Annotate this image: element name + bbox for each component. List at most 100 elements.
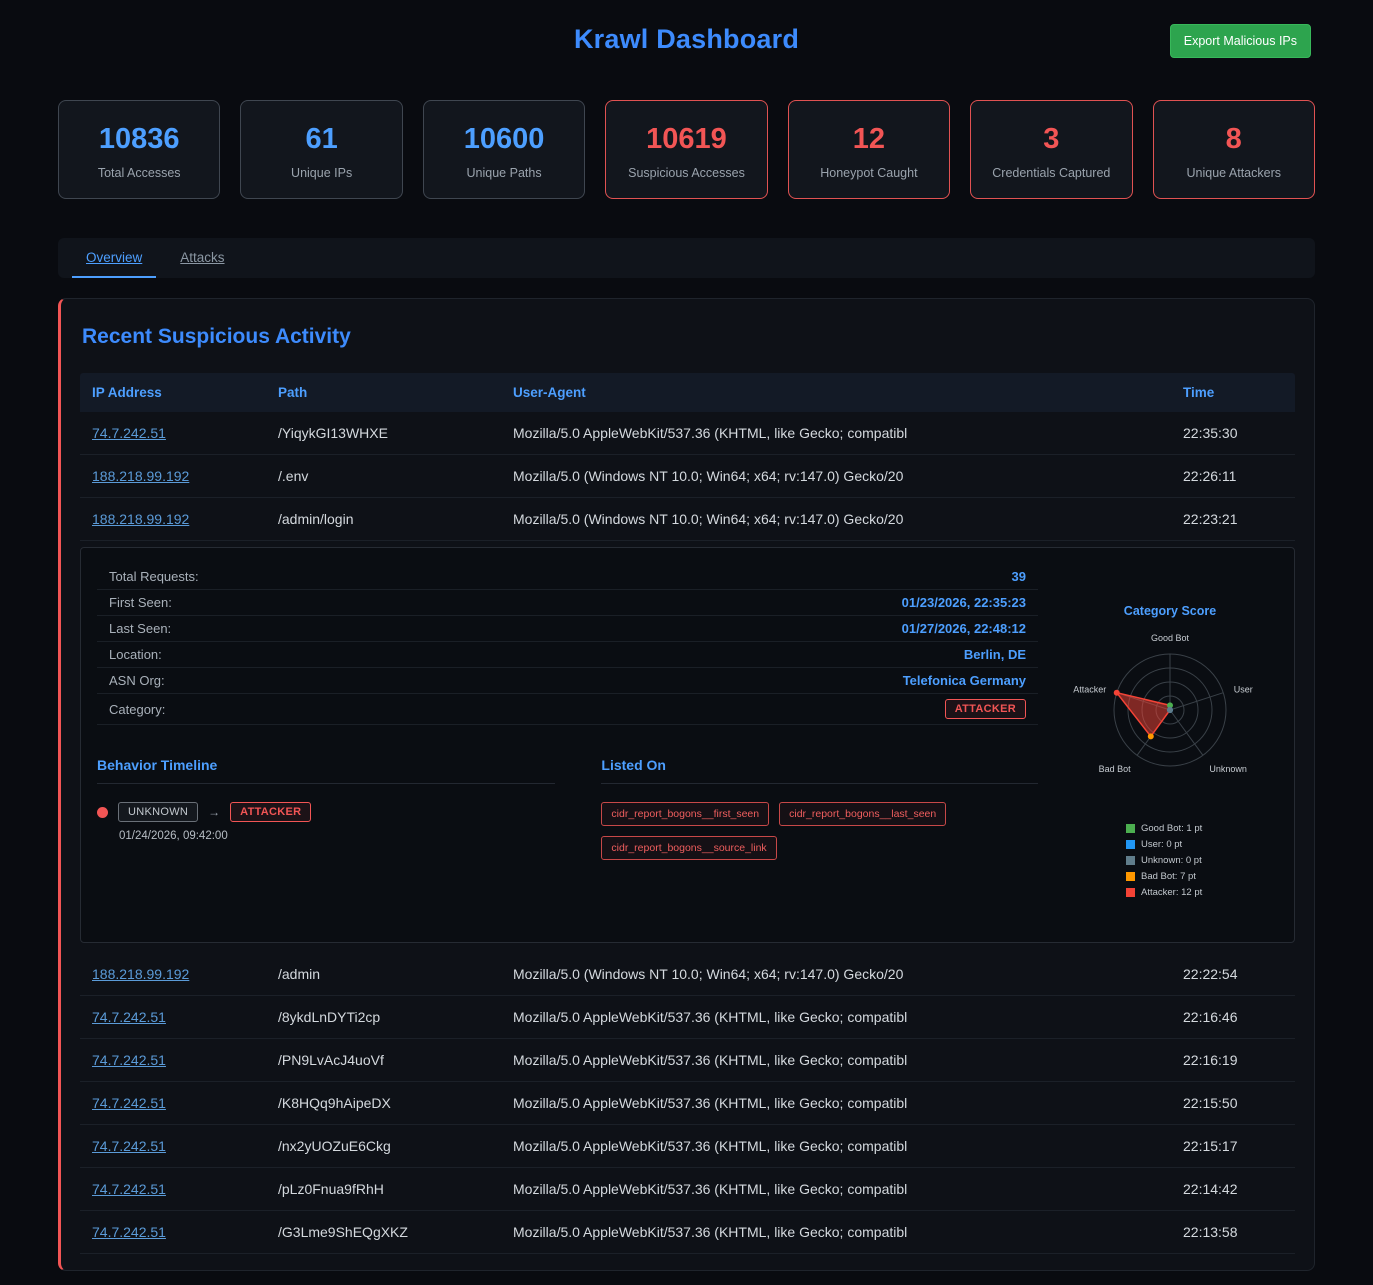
export-malicious-ips-button[interactable]: Export Malicious IPs: [1170, 24, 1311, 58]
arrow-right-icon: →: [208, 805, 220, 819]
row-path: /nx2yUOZuE6Ckg: [266, 1125, 501, 1167]
panel-title: Recent Suspicious Activity: [82, 325, 1295, 349]
stat-label: Unique Attackers: [1160, 166, 1308, 180]
field-asn-org: ASN Org: Telefonica Germany: [97, 668, 1038, 694]
stat-label: Credentials Captured: [977, 166, 1125, 180]
listed-on-title: Listed On: [601, 757, 1038, 784]
table-row[interactable]: 74.7.242.51 /YiqykGI13WHXE Mozilla/5.0 A…: [80, 412, 1295, 455]
ip-link[interactable]: 74.7.242.51: [92, 425, 166, 441]
row-time: 22:15:50: [1171, 1082, 1295, 1124]
row-path: /admin/login: [266, 498, 501, 540]
top-bar: Krawl Dashboard Export Malicious IPs: [0, 24, 1373, 78]
category-attacker-badge: ATTACKER: [945, 699, 1026, 719]
row-user-agent: Mozilla/5.0 AppleWebKit/537.36 (KHTML, l…: [501, 1125, 1171, 1167]
stat-card-unique-ips: 61 Unique IPs: [240, 100, 402, 199]
table-row[interactable]: 74.7.242.51 /pLz0Fnua9fRhH Mozilla/5.0 A…: [80, 1168, 1295, 1211]
blocklist-badge[interactable]: cidr_report_bogons__last_seen: [779, 802, 946, 826]
row-time: 22:15:17: [1171, 1125, 1295, 1167]
ip-link[interactable]: 74.7.242.51: [92, 1138, 166, 1154]
timeline-to-badge: ATTACKER: [230, 802, 311, 822]
stat-label: Honeypot Caught: [795, 166, 943, 180]
table-row[interactable]: 188.218.99.192 /admin Mozilla/5.0 (Windo…: [80, 953, 1295, 996]
tab-attacks[interactable]: Attacks: [166, 238, 238, 278]
timeline-marker-icon: [97, 807, 108, 818]
row-user-agent: Mozilla/5.0 (Windows NT 10.0; Win64; x64…: [501, 953, 1171, 995]
table-row[interactable]: 74.7.242.51 /K8HQq9hAipeDX Mozilla/5.0 A…: [80, 1082, 1295, 1125]
stat-card-total-accesses: 10836 Total Accesses: [58, 100, 220, 199]
timeline-timestamp: 01/24/2026, 09:42:00: [119, 830, 555, 842]
row-time: 22:13:58: [1171, 1211, 1295, 1253]
table-row[interactable]: 188.218.99.192 /.env Mozilla/5.0 (Window…: [80, 455, 1295, 498]
table-header-row: IP Address Path User-Agent Time: [80, 373, 1295, 412]
stats-row: 10836 Total Accesses 61 Unique IPs 10600…: [58, 100, 1315, 199]
ip-link[interactable]: 188.218.99.192: [92, 511, 189, 527]
ip-link[interactable]: 74.7.242.51: [92, 1095, 166, 1111]
field-category: Category: ATTACKER: [97, 694, 1038, 725]
stat-value: 10836: [65, 123, 213, 156]
blocklist-badge[interactable]: cidr_report_bogons__source_link: [601, 836, 776, 860]
row-user-agent: Mozilla/5.0 AppleWebKit/537.36 (KHTML, l…: [501, 412, 1171, 454]
row-user-agent: Mozilla/5.0 AppleWebKit/537.36 (KHTML, l…: [501, 1039, 1171, 1081]
stat-value: 12: [795, 123, 943, 156]
chart-title: Category Score: [1062, 604, 1278, 618]
ip-link[interactable]: 74.7.242.51: [92, 1224, 166, 1240]
stat-label: Total Accesses: [65, 166, 213, 180]
table-row[interactable]: 188.218.99.192 /admin/login Mozilla/5.0 …: [80, 498, 1295, 541]
ip-detail-fields: Total Requests: 39 First Seen: 01/23/202…: [97, 564, 1038, 916]
legend-swatch-good-bot: [1126, 824, 1135, 833]
row-path: /K8HQq9hAipeDX: [266, 1082, 501, 1124]
recent-suspicious-activity-panel: Recent Suspicious Activity IP Address Pa…: [58, 298, 1315, 1271]
legend-label: Unknown: 0 pt: [1141, 855, 1202, 866]
svg-text:Good Bot: Good Bot: [1151, 633, 1190, 643]
ip-link[interactable]: 74.7.242.51: [92, 1052, 166, 1068]
svg-text:Bad Bot: Bad Bot: [1099, 764, 1132, 774]
legend-swatch-bad-bot: [1126, 872, 1135, 881]
field-last-seen: Last Seen: 01/27/2026, 22:48:12: [97, 616, 1038, 642]
field-value: Berlin, DE: [964, 647, 1026, 662]
timeline-entry: UNKNOWN → ATTACKER: [97, 802, 555, 822]
legend-item-bad-bot: Bad Bot: 7 pt: [1126, 871, 1278, 882]
row-path: /YiqykGI13WHXE: [266, 412, 501, 454]
ip-link[interactable]: 188.218.99.192: [92, 468, 189, 484]
radar-chart: Good BotUserUnknownBad BotAttacker: [1062, 622, 1278, 794]
stat-card-honeypot-caught: 12 Honeypot Caught: [788, 100, 950, 199]
row-path: /admin: [266, 953, 501, 995]
page-title: Krawl Dashboard: [0, 24, 1373, 55]
table-row[interactable]: 74.7.242.51 /PN9LvAcJ4uoVf Mozilla/5.0 A…: [80, 1039, 1295, 1082]
tab-bar: Overview Attacks: [58, 238, 1315, 278]
row-time: 22:16:19: [1171, 1039, 1295, 1081]
ip-link[interactable]: 188.218.99.192: [92, 966, 189, 982]
listed-on-badges: cidr_report_bogons__first_seen cidr_repo…: [601, 802, 1038, 860]
behavior-timeline-title: Behavior Timeline: [97, 757, 555, 784]
row-user-agent: Mozilla/5.0 (Windows NT 10.0; Win64; x64…: [501, 498, 1171, 540]
row-time: 22:35:30: [1171, 412, 1295, 454]
detail-bottom: Behavior Timeline UNKNOWN → ATTACKER 01/…: [97, 757, 1038, 860]
row-time: 22:14:42: [1171, 1168, 1295, 1210]
row-user-agent: Mozilla/5.0 (Windows NT 10.0; Win64; x64…: [501, 455, 1171, 497]
field-first-seen: First Seen: 01/23/2026, 22:35:23: [97, 590, 1038, 616]
legend-swatch-unknown: [1126, 856, 1135, 865]
field-label: ASN Org:: [109, 673, 165, 688]
table-row[interactable]: 74.7.242.51 /G3Lme9ShEQgXKZ Mozilla/5.0 …: [80, 1211, 1295, 1254]
row-time: 22:16:46: [1171, 996, 1295, 1038]
field-label: First Seen:: [109, 595, 172, 610]
row-path: /8ykdLnDYTi2cp: [266, 996, 501, 1038]
table-row[interactable]: 74.7.242.51 /nx2yUOZuE6Ckg Mozilla/5.0 A…: [80, 1125, 1295, 1168]
row-user-agent: Mozilla/5.0 AppleWebKit/537.36 (KHTML, l…: [501, 1211, 1171, 1253]
radar-legend: Good Bot: 1 pt User: 0 pt Unknown: 0 pt: [1126, 823, 1278, 898]
krawl-dashboard: Krawl Dashboard Export Malicious IPs 108…: [0, 0, 1373, 1271]
tab-overview[interactable]: Overview: [72, 238, 156, 278]
ip-link[interactable]: 74.7.242.51: [92, 1009, 166, 1025]
table-row[interactable]: 74.7.242.51 /8ykdLnDYTi2cp Mozilla/5.0 A…: [80, 996, 1295, 1039]
field-value: 01/27/2026, 22:48:12: [902, 621, 1026, 636]
row-path: /PN9LvAcJ4uoVf: [266, 1039, 501, 1081]
field-label: Category:: [109, 702, 165, 717]
category-score-chart-section: Category Score Good Bot User Unknown Bad Bo…: [1062, 564, 1278, 916]
svg-text:Unknown: Unknown: [1209, 764, 1247, 774]
blocklist-badge[interactable]: cidr_report_bogons__first_seen: [601, 802, 769, 826]
ip-link[interactable]: 74.7.242.51: [92, 1181, 166, 1197]
field-location: Location: Berlin, DE: [97, 642, 1038, 668]
stat-value: 10619: [612, 123, 760, 156]
svg-text:User: User: [1234, 684, 1253, 694]
field-value: 39: [1012, 569, 1026, 584]
